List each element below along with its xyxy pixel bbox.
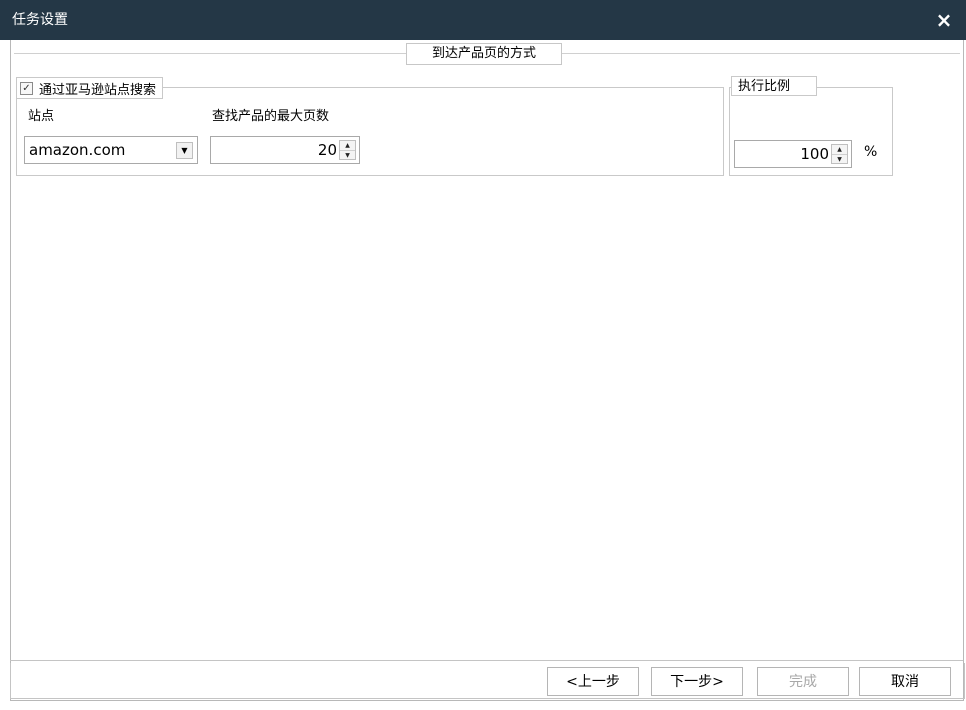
max-pages-spin-buttons: ▲ ▼ [339, 140, 356, 160]
cancel-button[interactable]: 取消 [859, 667, 951, 696]
site-select[interactable]: amazon.com ▼ [24, 136, 198, 164]
max-pages-label: 查找产品的最大页数 [212, 109, 330, 124]
previous-step-button[interactable]: <上一步 [547, 667, 639, 696]
increment-arrow-icon[interactable]: ▲ [832, 145, 847, 155]
search-checkbox-label: 通过亚马逊站点搜索 [39, 82, 157, 98]
finish-button[interactable]: 完成 [757, 667, 849, 696]
close-button[interactable]: × [930, 6, 958, 34]
percent-unit: % [864, 144, 878, 160]
section-title: 到达产品页的方式 [406, 43, 562, 65]
decrement-arrow-icon[interactable]: ▼ [340, 151, 355, 160]
amazon-search-toggle[interactable]: ✓ 通过亚马逊站点搜索 [16, 77, 164, 99]
footer-divider [10, 660, 963, 661]
site-select-value: amazon.com [29, 141, 126, 159]
search-checkbox[interactable]: ✓ [20, 81, 33, 95]
max-pages-value: 20 [317, 141, 337, 159]
title-bar: 任务设置 × [0, 0, 966, 40]
window-title: 任务设置 [12, 12, 68, 28]
increment-arrow-icon[interactable]: ▲ [340, 141, 355, 151]
task-settings-dialog: 任务设置 × 到达产品页的方式 ✓ 通过亚马逊站点搜索 站点 查找产品的最大页数… [0, 0, 966, 710]
max-pages-stepper[interactable]: 20 ▲ ▼ [210, 136, 360, 164]
decrement-arrow-icon[interactable]: ▼ [832, 155, 847, 164]
checkmark-icon: ✓ [22, 82, 31, 94]
close-icon: × [935, 8, 953, 32]
execution-ratio-value: 100 [800, 145, 829, 163]
execution-ratio-label: 执行比例 [731, 76, 817, 96]
site-label: 站点 [28, 109, 55, 124]
execution-ratio-stepper[interactable]: 100 ▲ ▼ [734, 140, 852, 168]
next-step-button[interactable]: 下一步> [651, 667, 743, 696]
ratio-spin-buttons: ▲ ▼ [831, 144, 848, 164]
chevron-down-icon[interactable]: ▼ [176, 142, 193, 159]
